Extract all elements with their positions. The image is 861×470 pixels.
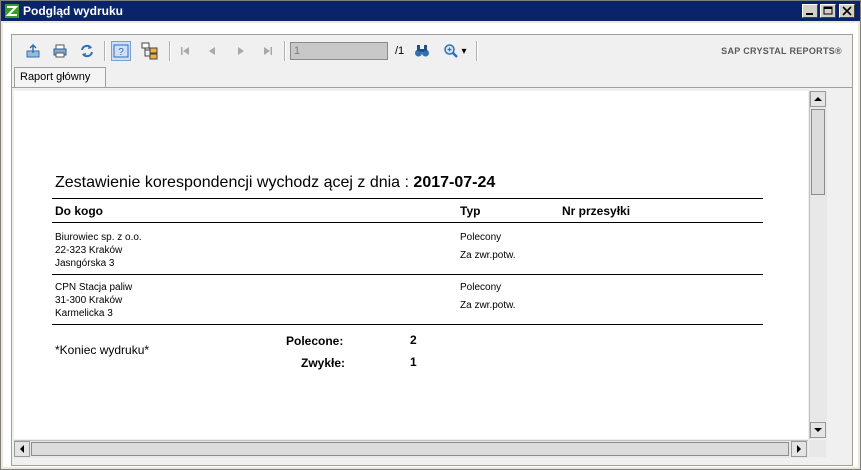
svg-text:?: ? xyxy=(118,47,124,58)
minimize-button[interactable] xyxy=(802,4,818,18)
row-type-detail: Za zwr.potw. xyxy=(460,250,516,261)
first-page-icon xyxy=(181,47,189,55)
page-total: /1 xyxy=(395,45,405,57)
column-header-type: Typ xyxy=(460,204,481,218)
arrow-right-icon xyxy=(797,445,801,453)
close-button[interactable] xyxy=(839,4,855,18)
minimize-icon xyxy=(806,13,813,15)
print-preview-window: Podgląd wydruku ? 1 /1 ▾ SAP CRYSTAL REP… xyxy=(0,0,861,470)
summary-label-registered: Polecone: xyxy=(286,334,344,348)
toggle-group-tree-button[interactable] xyxy=(140,41,160,61)
group-tree-icon xyxy=(141,42,158,60)
report-page: Zestawienie korespondencji wychodz ącej … xyxy=(14,91,808,439)
header-top-line xyxy=(52,198,763,199)
printer-icon xyxy=(53,44,67,58)
report-title: Zestawienie korespondencji wychodz ącej … xyxy=(55,174,496,191)
export-button[interactable] xyxy=(23,41,43,61)
summary-value-ordinary: 1 xyxy=(410,355,417,369)
tab-strip-divider xyxy=(12,87,852,88)
next-page-icon xyxy=(238,47,244,55)
row-type: Polecony xyxy=(460,282,502,293)
row-address-line: 31-300 Kraków xyxy=(55,295,123,306)
arrow-down-icon xyxy=(814,428,822,432)
scrollbar-corner xyxy=(809,440,826,457)
client-area: ? /1 xyxy=(3,23,858,467)
arrow-left-icon xyxy=(20,445,24,453)
previous-page-button[interactable] xyxy=(202,41,222,61)
table-bottom-line xyxy=(52,324,763,325)
toolbar-separator xyxy=(476,41,478,61)
brand-label: SAP CRYSTAL REPORTS® xyxy=(721,46,842,56)
tab-main-report[interactable]: Raport główny xyxy=(14,67,106,87)
row-address-line: Karmelicka 3 xyxy=(55,308,113,319)
help-icon: ? xyxy=(113,44,129,58)
summary-label-ordinary: Zwykłe: xyxy=(301,356,346,370)
viewer-toolbar: ? /1 xyxy=(12,35,852,65)
previous-page-icon xyxy=(209,47,215,55)
scroll-up-button[interactable] xyxy=(810,91,826,107)
column-header-tracking: Nr przesyłki xyxy=(562,204,631,218)
row-type: Polecony xyxy=(460,232,502,243)
window-title: Podgląd wydruku xyxy=(23,4,124,18)
toolbar-separator xyxy=(169,41,171,61)
export-icon xyxy=(26,43,40,58)
toggle-parameter-panel-button[interactable]: ? xyxy=(111,41,131,61)
maximize-button[interactable] xyxy=(820,4,836,18)
scroll-left-button[interactable] xyxy=(14,441,30,457)
maximize-icon xyxy=(823,6,833,15)
app-icon xyxy=(5,4,19,18)
binoculars-icon xyxy=(415,45,429,57)
toolbar-separator xyxy=(104,41,106,61)
header-bottom-line xyxy=(52,222,763,223)
refresh-button[interactable] xyxy=(77,41,97,61)
end-of-print-label: *Koniec wydruku* xyxy=(55,343,150,357)
chevron-down-icon: ▾ xyxy=(461,45,467,57)
zoom-icon xyxy=(444,44,459,58)
last-page-button[interactable] xyxy=(258,41,278,61)
horizontal-scrollbar[interactable] xyxy=(14,440,808,458)
summary-value-registered: 2 xyxy=(410,333,417,347)
row-divider xyxy=(52,274,763,275)
first-page-button[interactable] xyxy=(175,41,195,61)
report-date: 2017-07-24 xyxy=(413,174,496,191)
toolbar-separator xyxy=(284,41,286,61)
next-page-button[interactable] xyxy=(231,41,251,61)
vertical-scrollbar[interactable] xyxy=(809,91,827,439)
last-page-icon xyxy=(264,47,272,55)
row-address-line: Biurowiec sp. z o.o. xyxy=(55,232,142,243)
title-bar[interactable]: Podgląd wydruku xyxy=(1,1,860,21)
row-type-detail: Za zwr.potw. xyxy=(460,300,516,311)
column-header-to: Do kogo xyxy=(55,204,103,218)
page-number-input[interactable] xyxy=(290,42,388,60)
refresh-icon xyxy=(81,44,93,58)
arrow-up-icon xyxy=(814,97,822,101)
close-icon xyxy=(842,6,852,16)
horizontal-scroll-thumb[interactable] xyxy=(31,442,789,456)
print-button[interactable] xyxy=(50,41,70,61)
vertical-scroll-thumb[interactable] xyxy=(811,109,825,195)
crystal-report-viewer: ? /1 xyxy=(11,34,853,466)
scroll-right-button[interactable] xyxy=(791,441,807,457)
row-address-line: CPN Stacja paliw xyxy=(55,282,133,293)
zoom-dropdown-button[interactable]: ▾ xyxy=(440,41,470,61)
row-address-line: 22-323 Kraków xyxy=(55,245,123,256)
row-address-line: Jasngórska 3 xyxy=(55,258,115,269)
find-button[interactable] xyxy=(412,41,432,61)
scroll-down-button[interactable] xyxy=(810,422,826,438)
